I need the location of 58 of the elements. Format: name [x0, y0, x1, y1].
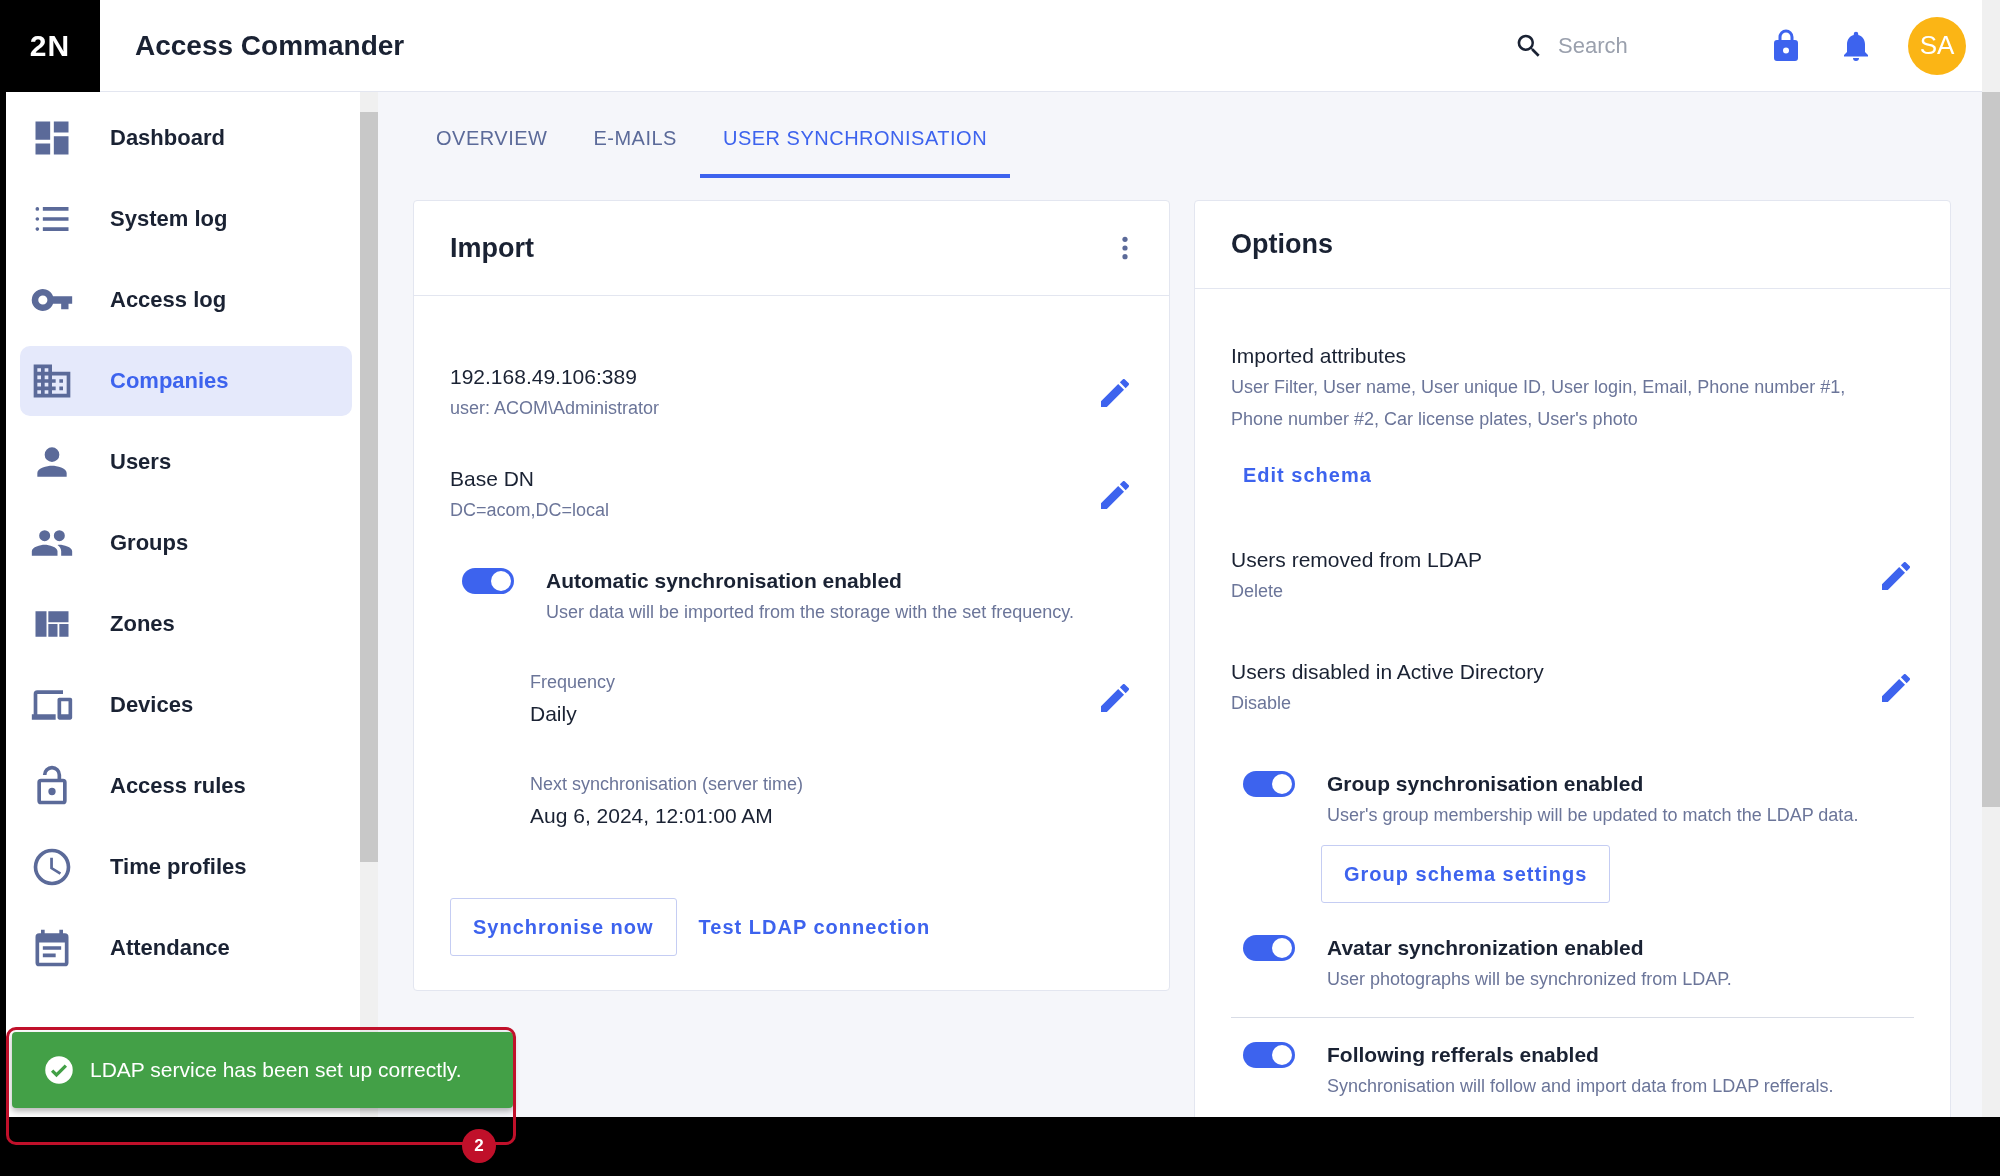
entry-title: Base DN [450, 466, 536, 492]
edit-icon[interactable] [1101, 481, 1129, 509]
attributes-label: Imported attributes [1231, 343, 1408, 369]
toggle-description: User data will be imported from the storage with the set frequency. [546, 601, 1074, 624]
toggle-switch[interactable] [1243, 935, 1295, 961]
tab[interactable]: E-MAILS [570, 92, 700, 178]
entry-value: Delete [1231, 580, 1285, 603]
sidebar-item[interactable]: Devices [20, 670, 352, 740]
sidebar-item[interactable]: Users [20, 427, 352, 497]
check-circle-icon [44, 1055, 74, 1085]
synchronise-button[interactable]: Synchronise now [450, 898, 677, 956]
entry-value: user: ACOM\Administrator [450, 397, 660, 420]
logo[interactable]: 2N [0, 0, 100, 92]
edit-icon[interactable] [1101, 684, 1129, 712]
toggle-description: User's group membership will be updated to match the LDAP data. [1327, 804, 1859, 827]
sidebar-item[interactable]: Zones [20, 589, 352, 659]
scrollbar[interactable] [1982, 0, 2000, 1117]
detail-value: Aug 6, 2024, 12:01:00 AM [530, 803, 774, 829]
sidebar-item[interactable]: Access rules [20, 751, 352, 821]
detail-value: Daily [530, 701, 578, 727]
sidebar-item[interactable]: Attendance [20, 913, 352, 983]
toggle-switch[interactable] [1243, 771, 1295, 797]
edit-icon[interactable] [1882, 562, 1910, 590]
sidebar-item[interactable]: Companies [20, 346, 352, 416]
entry-value: Disable [1231, 692, 1293, 715]
sidebar-item[interactable]: System log [20, 184, 352, 254]
detail-label: Next synchronisation (server time) [530, 773, 804, 796]
more-icon[interactable] [1121, 235, 1129, 261]
edit-icon[interactable] [1882, 674, 1910, 702]
tab[interactable]: USER SYNCHRONISATION [699, 92, 1011, 178]
sidebar-item[interactable]: Dashboard [20, 103, 352, 173]
entry-title: Users removed from LDAP [1231, 547, 1482, 573]
app-title: Access Commander [135, 29, 405, 62]
entry-value: DC=acom,DC=local [450, 499, 610, 522]
toggle-switch[interactable] [462, 568, 514, 594]
scrollbar-thumb[interactable] [1982, 92, 2000, 807]
toggle-description: Synchronisation will follow and import data from LDAP refferals. [1327, 1075, 1834, 1098]
sidebar-item[interactable]: Time profiles [20, 832, 352, 902]
scrollbar-thumb[interactable] [360, 112, 378, 862]
toggle-label: Following refferals enabled [1327, 1042, 1600, 1068]
search-field[interactable]: Search [1556, 31, 1720, 60]
entry-title: Users disabled in Active Directory [1231, 659, 1544, 685]
toggle-description: User photographs will be synchronized from LDAP. [1327, 968, 1732, 991]
attributes-list: User Filter, User name, User unique ID, User login, Email, Phone number #1, Phone number #2, Car license plates, User's photo [1231, 371, 1891, 435]
toggle-label: Group synchronisation enabled [1327, 771, 1645, 797]
tab[interactable]: OVERVIEW [413, 92, 571, 178]
group-schema-button[interactable]: Group schema settings [1321, 845, 1611, 903]
toggle-label: Avatar synchronization enabled [1327, 935, 1645, 961]
toggle-label: Automatic synchronisation enabled [546, 568, 903, 594]
sidebar-item[interactable]: Groups [20, 508, 352, 578]
detail-label: Frequency [530, 671, 616, 694]
entry-title: 192.168.49.106:389 [450, 364, 638, 390]
toggle-switch[interactable] [1243, 1042, 1295, 1068]
card-title: Options [1231, 229, 1333, 260]
toast-message: LDAP service has been set up correctly. [90, 1058, 462, 1082]
card-title: Import [450, 232, 534, 264]
edit-icon[interactable] [1101, 379, 1129, 407]
sidebar-item[interactable]: Access log [20, 265, 352, 335]
